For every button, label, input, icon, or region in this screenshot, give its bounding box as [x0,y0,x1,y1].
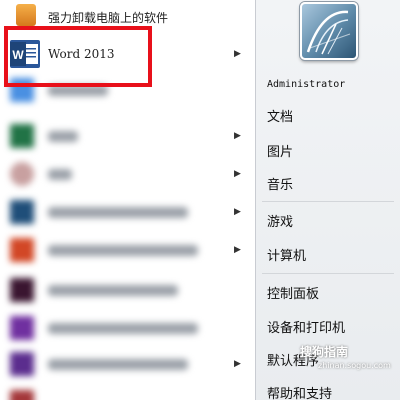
blurred-label [48,359,188,370]
programs-pane: 强力卸载电脑上的软件 W Word 2013 ▶ ▶ ▶ ▶ ▶ ▶ [0,0,255,400]
places-pane [256,0,400,400]
watermark-url: zhinan.sogou.com [318,361,391,370]
program-item-excel[interactable] [0,118,255,154]
program-item-blurred[interactable] [0,194,255,230]
program-item-blurred[interactable] [0,346,255,382]
blurred-app-icon [10,200,34,224]
program-item-onenote[interactable] [0,310,255,346]
watermark-text: 搜狗指南 [300,345,349,359]
submenu-arrow-icon: ▶ [234,207,241,217]
onenote-icon [10,316,34,340]
submenu-arrow-icon: ▶ [234,49,241,59]
user-picture-icon [306,10,351,55]
blurred-label [48,131,78,142]
blurred-app-icon [10,352,34,376]
blurred-app-icon [10,162,34,186]
powerpoint-icon [10,238,34,262]
games-link[interactable]: 游戏 [267,212,293,234]
blurred-label [48,207,188,218]
program-item-blurred[interactable] [0,156,255,192]
program-item-blurred[interactable] [0,272,255,308]
highlight-annotation-box [4,26,152,87]
blurred-label [48,169,72,180]
separator [262,273,394,274]
submenu-arrow-icon: ▶ [234,169,241,179]
submenu-arrow-icon: ▶ [234,359,241,369]
help-support-link[interactable]: 帮助和支持 [267,384,332,400]
submenu-arrow-icon: ▶ [234,131,241,141]
user-name-link[interactable]: Administrator [267,74,345,96]
separator [262,201,394,202]
uninstaller-box-icon [16,4,36,26]
program-item-powerpoint[interactable] [0,232,255,268]
submenu-arrow-icon: ▶ [234,245,241,255]
blurred-label [48,323,198,334]
computer-link[interactable]: 计算机 [267,246,306,268]
blurred-label [48,285,178,296]
access-icon [10,390,34,400]
program-item-access[interactable] [0,384,255,400]
documents-link[interactable]: 文档 [267,107,293,129]
music-link[interactable]: 音乐 [267,175,293,197]
control-panel-link[interactable]: 控制面板 [267,284,319,306]
user-picture-tile[interactable] [300,2,358,60]
pictures-link[interactable]: 图片 [267,142,293,164]
blurred-app-icon [10,278,34,302]
blurred-label [48,245,198,256]
excel-icon [10,124,34,148]
devices-printers-link[interactable]: 设备和打印机 [267,318,345,340]
